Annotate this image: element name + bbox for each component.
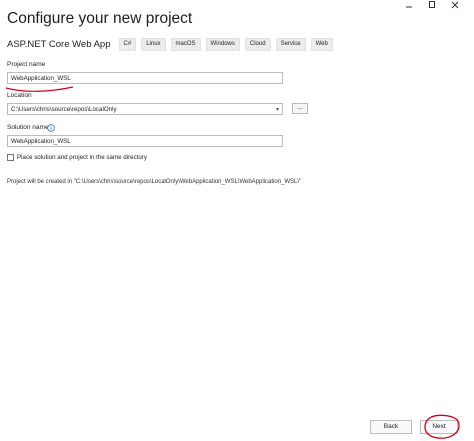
back-button[interactable]: Back <box>370 420 412 434</box>
solution-name-input[interactable]: WebApplication_WSL <box>7 135 283 147</box>
next-button[interactable]: Next <box>420 420 458 434</box>
location-label: Location <box>7 92 32 99</box>
tag-service: Service <box>275 37 306 51</box>
tag-csharp: C# <box>118 37 137 51</box>
page-title: Configure your new project <box>7 10 193 27</box>
browse-button[interactable]: ... <box>292 103 308 114</box>
project-name-label: Project name <box>7 61 46 68</box>
chevron-down-icon[interactable]: ▾ <box>276 104 279 116</box>
project-name-input[interactable]: WebApplication_WSL <box>7 72 283 84</box>
location-input[interactable]: C:\Users\chris\source\repos\LocalOnly ▾ <box>7 103 283 115</box>
template-summary: ASP.NET Core Web App C# Linux macOS Wind… <box>7 37 338 51</box>
maximize-icon[interactable] <box>420 0 443 10</box>
tag-web: Web <box>310 37 333 51</box>
tag-cloud: Cloud <box>244 37 271 51</box>
same-directory-checkbox[interactable] <box>7 154 14 161</box>
template-name: ASP.NET Core Web App <box>7 38 111 50</box>
close-icon[interactable] <box>443 0 466 10</box>
window-controls <box>397 0 466 10</box>
solution-name-label: Solution name <box>7 124 49 131</box>
same-directory-label: Place solution and project in the same d… <box>17 154 148 161</box>
tag-linux: Linux <box>141 37 166 51</box>
minimize-icon[interactable] <box>397 0 420 10</box>
tag-macos: macOS <box>170 37 201 51</box>
tag-windows: Windows <box>205 37 240 51</box>
info-icon[interactable] <box>47 124 55 132</box>
location-value: C:\Users\chris\source\repos\LocalOnly <box>11 106 117 113</box>
project-path-info: Project will be created in "C:\Users\chr… <box>7 179 302 185</box>
